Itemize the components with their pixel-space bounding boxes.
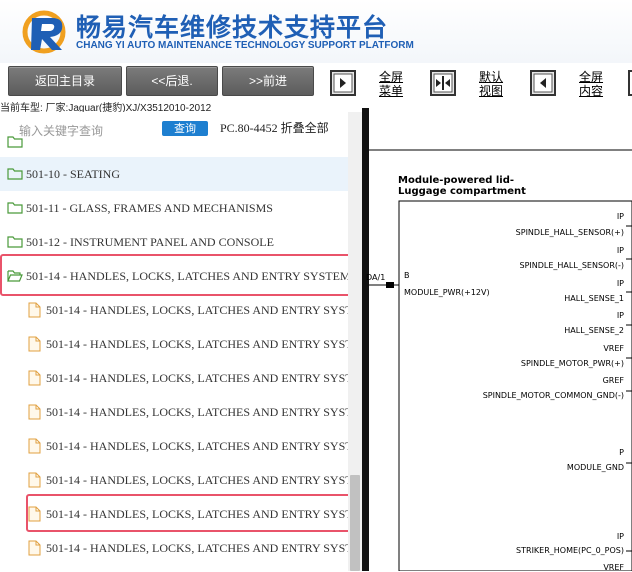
diagram-title-line2: Luggage compartment: [398, 186, 526, 197]
left-pin-label: B: [404, 271, 410, 280]
pin-signal: HALL_SENSE_2: [564, 326, 624, 335]
pin-signal: SPINDLE_MOTOR_COMMON_GND(-): [482, 391, 624, 400]
folder-icon: [7, 168, 23, 180]
logo-icon: [22, 10, 66, 54]
pin-type: IP: [616, 532, 624, 541]
folder-icon: [7, 202, 23, 214]
tree-file-label: 501-14 - HANDLES, LOCKS, LATCHES AND ENT…: [46, 303, 348, 317]
folder-icon: [7, 236, 23, 248]
tree-file-label: 501-14 - HANDLES, LOCKS, LATCHES AND ENT…: [46, 337, 348, 351]
fullscreen-menu-icon[interactable]: [330, 70, 356, 96]
connector-ref: DA/1: [366, 273, 386, 282]
diagram-title-line1: Module-powered lid-: [398, 175, 515, 186]
pin-signal: SPINDLE_HALL_SENSOR(-): [519, 261, 625, 270]
toolbar: 返回主目录 <<后退. >>前进 全屏 菜单 默认 视图 全屏 内容: [0, 63, 632, 101]
pin-signal: HALL_SENSE_1: [564, 294, 624, 303]
tree-file-label: 501-14 - HANDLES, LOCKS, LATCHES AND ENT…: [46, 439, 348, 453]
pin-type: IP: [616, 212, 624, 221]
app-header: 畅易汽车维修技术支持平台 CHANG YI AUTO MAINTENANCE T…: [0, 0, 632, 63]
left-signal-label: MODULE_PWR(+12V): [404, 288, 490, 297]
highlight-file-box: [26, 494, 352, 532]
default-view-link[interactable]: 默认 视图: [479, 70, 503, 98]
tree-file-item[interactable]: 501-14 - HANDLES, LOCKS, LATCHES AND ENT…: [0, 361, 348, 395]
pin-signal: STRIKER_HOME(PC_0_POS): [516, 546, 624, 555]
pin-signal: SPINDLE_MOTOR_PWR(+): [520, 359, 624, 368]
document-icon: [28, 438, 41, 454]
pin-type: IP: [616, 279, 624, 288]
pc-code-collapse-all[interactable]: PC.80-4452 折叠全部: [220, 119, 329, 136]
tree-folder-label: 501-11 - GLASS, FRAMES AND MECHANISMS: [26, 201, 273, 215]
tree-file-label: 501-14 - HANDLES, LOCKS, LATCHES AND ENT…: [46, 541, 348, 555]
pin-type: VREF: [603, 344, 624, 353]
tree-file-item[interactable]: 501-14 - HANDLES, LOCKS, LATCHES AND ENT…: [0, 531, 348, 565]
tree-file-item[interactable]: 501-14 - HANDLES, LOCKS, LATCHES AND ENT…: [0, 429, 348, 463]
highlight-folder-box: [0, 254, 360, 296]
tree-file-label: 501-14 - HANDLES, LOCKS, LATCHES AND ENT…: [46, 405, 348, 419]
tree-file-item[interactable]: 501-14 - HANDLES, LOCKS, LATCHES AND ENT…: [0, 395, 348, 429]
tree-file-item[interactable]: 501-14 - HANDLES, LOCKS, LATCHES AND ENT…: [0, 293, 348, 327]
app-subtitle: CHANG YI AUTO MAINTENANCE TECHNOLOGY SUP…: [76, 40, 414, 51]
tree-folder-label: 501-12 - INSTRUMENT PANEL AND CONSOLE: [26, 235, 274, 249]
pin-type: P: [619, 448, 624, 457]
document-icon: [28, 370, 41, 386]
pin-signal: SPINDLE_HALL_SENSOR(+): [515, 228, 624, 237]
pin-signal: MODULE_GND: [566, 463, 624, 472]
fullscreen-content-icon[interactable]: [530, 70, 556, 96]
back-button[interactable]: <<后退.: [126, 66, 218, 96]
document-icon: [28, 472, 41, 488]
tree-file-item[interactable]: 501-14 - HANDLES, LOCKS, LATCHES AND ENT…: [0, 463, 348, 497]
fullscreen-content-link[interactable]: 全屏 内容: [579, 70, 603, 98]
fullscreen-menu-link[interactable]: 全屏 菜单: [379, 70, 403, 98]
tree-file-label: 501-14 - HANDLES, LOCKS, LATCHES AND ENT…: [46, 371, 348, 385]
pin-type: IP: [616, 246, 624, 255]
document-icon: [28, 540, 41, 556]
document-icon: [28, 302, 41, 318]
home-button[interactable]: 返回主目录: [8, 66, 122, 96]
diagram-panel: Module-powered lid- Luggage compartment …: [362, 108, 632, 572]
pin-type: GREF: [602, 376, 624, 385]
tree-folder-501-10[interactable]: 501-10 - SEATING: [0, 157, 348, 191]
tree-scrollbar-thumb[interactable]: [350, 475, 360, 571]
tree-folder-501-11[interactable]: 501-11 - GLASS, FRAMES AND MECHANISMS: [0, 191, 348, 225]
search-input[interactable]: 输入关键字查询: [19, 122, 103, 139]
tree-folder-label: 501-10 - SEATING: [26, 167, 120, 181]
toolbar-edge: [628, 70, 632, 96]
search-button[interactable]: 查询: [162, 121, 208, 136]
app-title: 畅易汽车维修技术支持平台: [76, 13, 389, 42]
document-icon: [28, 404, 41, 420]
default-view-icon[interactable]: [430, 70, 456, 96]
pin-type: IP: [616, 311, 624, 320]
tree-file-item[interactable]: 501-14 - HANDLES, LOCKS, LATCHES AND ENT…: [0, 327, 348, 361]
document-icon: [28, 336, 41, 352]
tree-file-label: 501-14 - HANDLES, LOCKS, LATCHES AND ENT…: [46, 473, 348, 487]
forward-button[interactable]: >>前进: [222, 66, 314, 96]
folder-icon: [7, 136, 23, 148]
